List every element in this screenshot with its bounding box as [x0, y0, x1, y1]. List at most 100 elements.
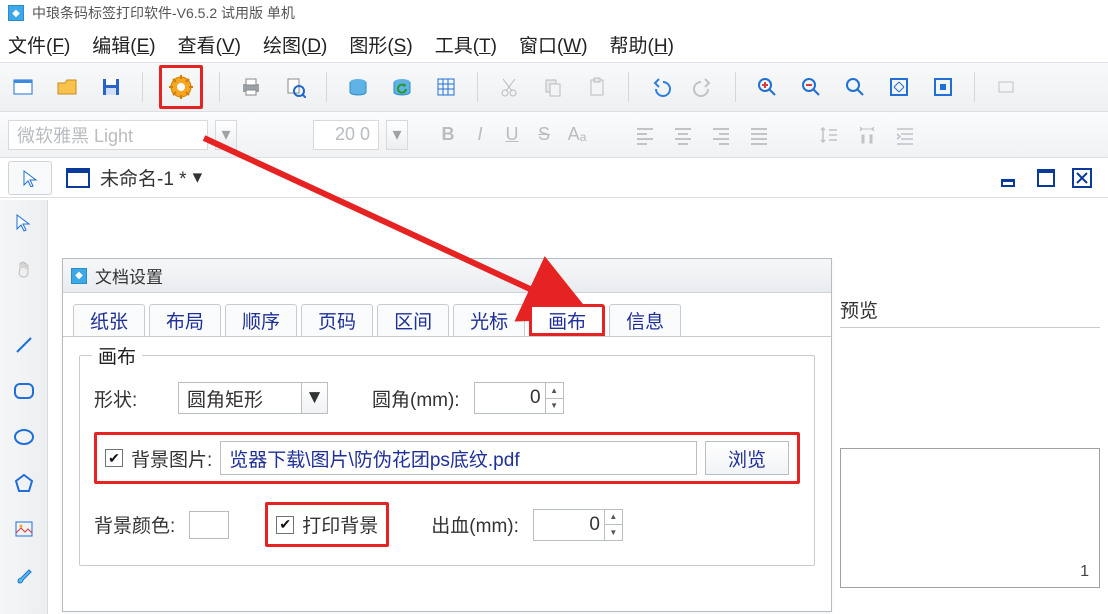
printbg-highlight: ✔ 打印背景 [265, 502, 389, 547]
document-header: 未命名-1 * ▾ [0, 158, 1108, 198]
pointer-tool-icon[interactable] [8, 161, 52, 195]
ellipse-tool-icon[interactable] [7, 420, 41, 454]
align-justify-icon[interactable] [744, 120, 774, 150]
align-center-icon[interactable] [668, 120, 698, 150]
print-preview-icon[interactable] [280, 72, 310, 102]
tab-order[interactable]: 顺序 [225, 304, 297, 336]
database-refresh-icon[interactable] [387, 72, 417, 102]
rounded-rect-tool-icon[interactable] [7, 374, 41, 408]
shape-select[interactable]: 圆角矩形 ▼ [178, 382, 328, 414]
preview-title: 预览 [840, 296, 1100, 328]
tab-info[interactable]: 信息 [609, 304, 681, 336]
zoom-out-icon[interactable] [796, 72, 826, 102]
polygon-tool-icon[interactable] [7, 466, 41, 500]
tab-layout[interactable]: 布局 [149, 304, 221, 336]
cut-icon[interactable] [494, 72, 524, 102]
char-spacing-icon[interactable] [852, 120, 882, 150]
redo-icon[interactable] [689, 72, 719, 102]
radius-value: 0 [530, 387, 541, 409]
preview-frame: 1 [840, 448, 1100, 588]
italic-icon[interactable]: I [468, 124, 492, 145]
line-tool-icon[interactable] [7, 328, 41, 362]
shape-value: 圆角矩形 [187, 385, 263, 412]
tab-canvas[interactable]: 画布 [529, 304, 605, 336]
bleed-input[interactable]: 0 ▲▼ [533, 509, 623, 541]
image-tool-icon[interactable] [7, 512, 41, 546]
copy-icon[interactable] [538, 72, 568, 102]
menu-view[interactable]: 查看(V) [178, 31, 241, 58]
line-spacing-icon[interactable] [814, 120, 844, 150]
bleed-label: 出血(mm): [431, 511, 519, 538]
minimize-icon[interactable] [1000, 168, 1020, 188]
canvas-fieldset: 画布 形状: 圆角矩形 ▼ 圆角(mm): 0 ▲▼ ✔ 背景图片: 览器下载\… [79, 355, 815, 566]
font-family-input[interactable]: 微软雅黑 Light [8, 120, 208, 150]
browse-button[interactable]: 浏览 [705, 441, 789, 475]
save-icon[interactable] [96, 72, 126, 102]
open-icon[interactable] [52, 72, 82, 102]
bold-icon[interactable]: B [436, 124, 460, 145]
menu-help[interactable]: 帮助(H) [610, 31, 674, 58]
menu-shape[interactable]: 图形(S) [349, 31, 412, 58]
font-family-dropdown[interactable]: ▾ [215, 120, 237, 150]
tab-paper[interactable]: 纸张 [73, 304, 145, 336]
indent-icon[interactable] [890, 120, 920, 150]
spinner[interactable]: ▲▼ [604, 510, 622, 540]
fit-selection-icon[interactable] [928, 72, 958, 102]
select-tool-icon[interactable] [7, 206, 41, 240]
menu-edit[interactable]: 编辑(E) [92, 31, 155, 58]
menu-tools[interactable]: 工具(T) [435, 31, 497, 58]
brush-tool-icon[interactable] [7, 558, 41, 592]
app-title: 中琅条码标签打印软件-V6.5.2 试用版 单机 [32, 3, 295, 23]
bgimg-label: 背景图片: [131, 445, 212, 472]
doc-setup-icon[interactable] [159, 65, 203, 109]
menu-draw[interactable]: 绘图(D) [263, 31, 327, 58]
dialog-icon: ◆ [71, 268, 87, 284]
doc-window-icon [66, 168, 90, 188]
menu-window[interactable]: 窗口(W) [519, 31, 588, 58]
shape-row: 形状: 圆角矩形 ▼ 圆角(mm): 0 ▲▼ [94, 382, 800, 414]
font-size-input[interactable]: 20 0 [313, 120, 379, 150]
print-icon[interactable] [236, 72, 266, 102]
align-left-icon[interactable] [630, 120, 660, 150]
new-doc-icon[interactable] [8, 72, 38, 102]
underline-icon[interactable]: U [500, 124, 524, 145]
bgimg-checkbox[interactable]: ✔ [105, 449, 123, 467]
preview-panel: 预览 1 [840, 296, 1100, 614]
font-size-dropdown[interactable]: ▾ [386, 120, 408, 150]
bgcolor-swatch[interactable] [189, 511, 229, 539]
shape-label: 形状: [94, 385, 164, 412]
paste-icon[interactable] [582, 72, 612, 102]
align-right-icon[interactable] [706, 120, 736, 150]
zoom-100-icon[interactable] [840, 72, 870, 102]
radius-input[interactable]: 0 ▲▼ [474, 382, 564, 414]
preview-page-number: 1 [1080, 563, 1089, 581]
database-icon[interactable] [343, 72, 373, 102]
grid-icon[interactable] [431, 72, 461, 102]
strikethrough-icon[interactable]: S [532, 124, 556, 145]
bgimg-path-input[interactable]: 览器下载\图片\防伪花团ps底纹.pdf [220, 441, 697, 475]
tab-range[interactable]: 区间 [377, 304, 449, 336]
doc-dropdown-icon[interactable]: ▾ [193, 166, 203, 189]
more-icon[interactable] [991, 72, 1021, 102]
bleed-value: 0 [589, 514, 600, 536]
dialog-titlebar: ◆ 文档设置 [63, 259, 831, 293]
separator [326, 72, 327, 102]
tab-page[interactable]: 页码 [301, 304, 373, 336]
close-icon[interactable] [1072, 168, 1092, 188]
fit-screen-icon[interactable] [884, 72, 914, 102]
printbg-checkbox[interactable]: ✔ [276, 516, 294, 534]
dialog-tabs: 纸张 布局 顺序 页码 区间 光标 画布 信息 [63, 293, 831, 337]
menu-file[interactable]: 文件(F) [8, 31, 70, 58]
maximize-icon[interactable] [1036, 168, 1056, 188]
bgimg-highlight: ✔ 背景图片: 览器下载\图片\防伪花团ps底纹.pdf 浏览 [94, 432, 800, 484]
undo-icon[interactable] [645, 72, 675, 102]
clear-format-icon[interactable]: Aₐ [564, 124, 590, 145]
separator [735, 72, 736, 102]
spinner[interactable]: ▲▼ [545, 383, 563, 413]
separator [142, 72, 143, 102]
hand-tool-icon[interactable] [7, 252, 41, 286]
zoom-in-icon[interactable] [752, 72, 782, 102]
separator [477, 72, 478, 102]
tab-cursor[interactable]: 光标 [453, 304, 525, 336]
printbg-label: 打印背景 [302, 511, 378, 538]
